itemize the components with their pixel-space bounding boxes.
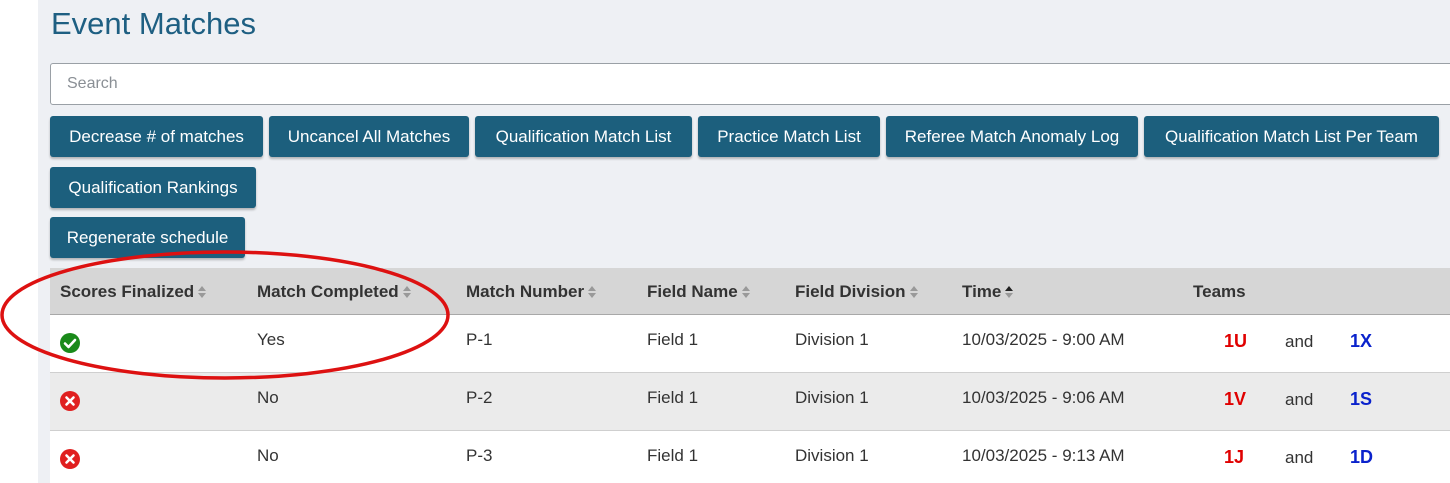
page-title: Event Matches <box>51 6 257 41</box>
sort-icon <box>588 285 597 298</box>
blue-team-link[interactable]: 1X <box>1350 331 1372 352</box>
field-division-cell: Division 1 <box>795 388 869 407</box>
referee-anomaly-log-button[interactable]: Referee Match Anomaly Log <box>886 116 1138 157</box>
qualification-rankings-button[interactable]: Qualification Rankings <box>50 167 256 208</box>
header-field-division[interactable]: Field Division <box>795 282 919 302</box>
header-match-number[interactable]: Match Number <box>466 282 597 302</box>
regenerate-schedule-button[interactable]: Regenerate schedule <box>50 217 245 258</box>
check-circle-icon <box>60 333 80 353</box>
practice-match-list-button[interactable]: Practice Match List <box>698 116 880 157</box>
uncancel-all-button[interactable]: Uncancel All Matches <box>269 116 469 157</box>
sort-icon <box>198 285 207 298</box>
x-circle-icon <box>60 391 80 411</box>
teams-separator: and <box>1285 332 1314 351</box>
blue-team-link[interactable]: 1S <box>1350 389 1372 410</box>
time-cell: 10/03/2025 - 9:00 AM <box>962 330 1125 349</box>
field-division-cell: Division 1 <box>795 330 869 349</box>
match-completed-cell: No <box>257 388 279 407</box>
header-field-name[interactable]: Field Name <box>647 282 751 302</box>
field-name-cell: Field 1 <box>647 330 699 349</box>
qualification-match-list-button[interactable]: Qualification Match List <box>475 116 692 157</box>
table-header: Scores Finalized Match Completed Match N… <box>50 268 1450 315</box>
red-team-link[interactable]: 1V <box>1224 389 1246 410</box>
sort-icon <box>909 285 918 298</box>
blue-team-link[interactable]: 1D <box>1350 447 1373 468</box>
time-cell: 10/03/2025 - 9:13 AM <box>962 446 1125 465</box>
field-division-cell: Division 1 <box>795 446 869 465</box>
teams-separator: and <box>1285 390 1314 409</box>
match-number-cell: P-3 <box>466 446 493 465</box>
field-name-cell: Field 1 <box>647 446 699 465</box>
table-row: No P-3 Field 1 Division 1 10/03/2025 - 9… <box>50 431 1450 483</box>
sort-ascending-icon <box>1005 285 1014 298</box>
header-match-completed[interactable]: Match Completed <box>257 282 412 302</box>
header-scores-finalized[interactable]: Scores Finalized <box>60 282 207 302</box>
field-name-cell: Field 1 <box>647 388 699 407</box>
match-number-cell: P-1 <box>466 330 493 349</box>
header-time[interactable]: Time <box>962 282 1014 302</box>
sort-icon <box>741 285 750 298</box>
teams-separator: and <box>1285 448 1314 467</box>
search-input[interactable] <box>50 63 1450 105</box>
time-cell: 10/03/2025 - 9:06 AM <box>962 388 1125 407</box>
table-row: No P-2 Field 1 Division 1 10/03/2025 - 9… <box>50 373 1450 431</box>
sort-icon <box>402 285 411 298</box>
x-circle-icon <box>60 449 80 469</box>
match-number-cell: P-2 <box>466 388 493 407</box>
decrease-matches-button[interactable]: Decrease # of matches <box>50 116 263 157</box>
qualification-list-per-team-button[interactable]: Qualification Match List Per Team <box>1144 116 1439 157</box>
matches-table: Scores Finalized Match Completed Match N… <box>50 268 1450 483</box>
header-teams: Teams <box>1193 282 1246 301</box>
red-team-link[interactable]: 1J <box>1224 447 1244 468</box>
red-team-link[interactable]: 1U <box>1224 331 1247 352</box>
table-row: Yes P-1 Field 1 Division 1 10/03/2025 - … <box>50 315 1450 373</box>
match-completed-cell: Yes <box>257 330 285 349</box>
match-completed-cell: No <box>257 446 279 465</box>
